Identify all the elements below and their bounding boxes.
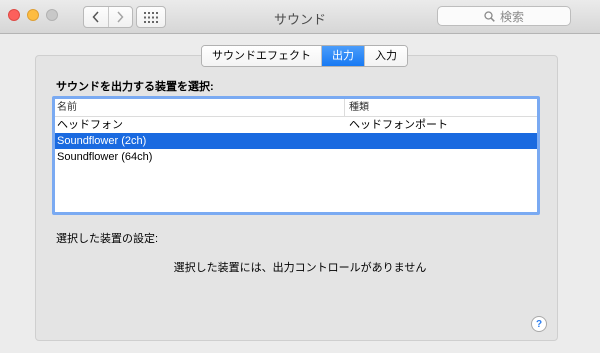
- table-header: 名前 種類: [55, 99, 537, 117]
- table-row[interactable]: Soundflower (64ch): [55, 149, 537, 165]
- output-device-table[interactable]: 名前 種類 ヘッドフォン ヘッドフォンポート Soundflower (2ch)…: [52, 96, 540, 215]
- column-header-type[interactable]: 種類: [344, 99, 537, 116]
- device-name: Soundflower (2ch): [57, 135, 147, 147]
- search-field[interactable]: 検索: [437, 6, 571, 26]
- device-name: ヘッドフォン: [57, 119, 123, 131]
- tab-output[interactable]: 出力: [321, 46, 364, 66]
- help-icon: ?: [535, 318, 543, 330]
- tab-sound-effects[interactable]: サウンドエフェクト: [202, 46, 321, 66]
- tab-input[interactable]: 入力: [364, 46, 407, 66]
- table-row-selected[interactable]: Soundflower (2ch): [55, 133, 537, 149]
- device-type: [344, 133, 537, 149]
- table-row[interactable]: ヘッドフォン ヘッドフォンポート: [55, 117, 537, 133]
- title-bar: サウンド 検索: [0, 0, 600, 34]
- device-name: Soundflower (64ch): [57, 151, 153, 163]
- search-icon: [484, 10, 495, 22]
- help-button[interactable]: ?: [531, 316, 547, 332]
- device-settings-label: 選択した装置の設定:: [56, 233, 159, 245]
- no-controls-message: 選択した装置には、出力コントロールがありません: [173, 262, 427, 274]
- tab-bar: サウンドエフェクト 出力 入力: [201, 45, 408, 67]
- column-header-name[interactable]: 名前: [55, 99, 344, 116]
- device-type: ヘッドフォンポート: [349, 119, 448, 131]
- device-select-heading: サウンドを出力する装置を選択:: [56, 81, 214, 93]
- device-type: [344, 149, 537, 165]
- search-placeholder: 検索: [499, 9, 524, 24]
